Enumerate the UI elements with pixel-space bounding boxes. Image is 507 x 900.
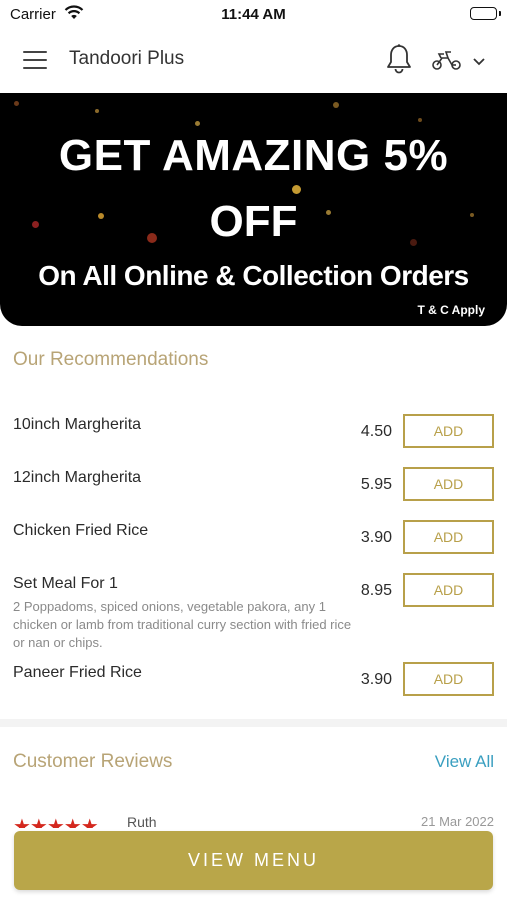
status-bar: Carrier 11:44 AM: [0, 0, 507, 30]
battery-cap: [499, 11, 501, 16]
item-price: 3.90: [360, 529, 392, 546]
recommendations-title: Our Recommendations: [13, 349, 209, 370]
banner-headline: GET AMAZING 5%: [58, 131, 449, 180]
review-item: ★★★★★ Ruth 21 Mar 2022: [0, 808, 507, 828]
item-price: 4.50: [360, 423, 392, 440]
scooter-icon[interactable]: [431, 49, 463, 76]
menu-icon[interactable]: [23, 51, 47, 69]
view-menu-button[interactable]: VIEW MENU: [14, 831, 493, 890]
banner-headline-off: OFF: [209, 197, 298, 246]
item-price: 3.90: [360, 671, 392, 688]
battery-icon: [470, 7, 497, 20]
bell-icon[interactable]: [385, 43, 413, 80]
reviews-title: Customer Reviews: [13, 751, 173, 772]
item-name: Set Meal For 1: [13, 575, 118, 592]
add-button[interactable]: ADD: [403, 414, 494, 448]
add-button[interactable]: ADD: [403, 467, 494, 501]
add-button[interactable]: ADD: [403, 573, 494, 607]
sparkle-decoration: [14, 101, 19, 106]
sparkle-decoration: [95, 109, 99, 113]
app-title: Tandoori Plus: [69, 48, 185, 69]
banner-terms: T & C Apply: [417, 303, 485, 317]
view-all-link[interactable]: View All: [435, 752, 494, 772]
item-name: 10inch Margherita: [13, 416, 142, 433]
add-button[interactable]: ADD: [403, 520, 494, 554]
item-price: 5.95: [360, 476, 392, 493]
chevron-down-icon[interactable]: [472, 54, 486, 72]
star-rating: ★★★★★: [13, 816, 99, 828]
item-description: 2 Poppadoms, spiced onions, vegetable pa…: [13, 599, 352, 650]
item-name: 12inch Margherita: [13, 469, 142, 486]
status-time: 11:44 AM: [221, 6, 286, 23]
item-name: Chicken Fried Rice: [13, 522, 149, 539]
add-button[interactable]: ADD: [403, 662, 494, 696]
section-divider: [0, 719, 507, 727]
sparkle-decoration: [195, 121, 200, 126]
sparkle-decoration: [333, 102, 339, 108]
reviewer-name: Ruth: [127, 814, 157, 828]
sparkle-decoration: [292, 185, 301, 194]
item-name: Paneer Fried Rice: [13, 664, 142, 681]
promo-banner[interactable]: GET AMAZING 5% OFF On All Online & Colle…: [0, 93, 507, 326]
app-header: Tandoori Plus: [0, 35, 507, 85]
banner-subline: On All Online & Collection Orders: [38, 260, 469, 291]
item-price: 8.95: [360, 582, 392, 599]
review-date: 21 Mar 2022: [421, 814, 494, 828]
sparkle-decoration: [418, 118, 422, 122]
